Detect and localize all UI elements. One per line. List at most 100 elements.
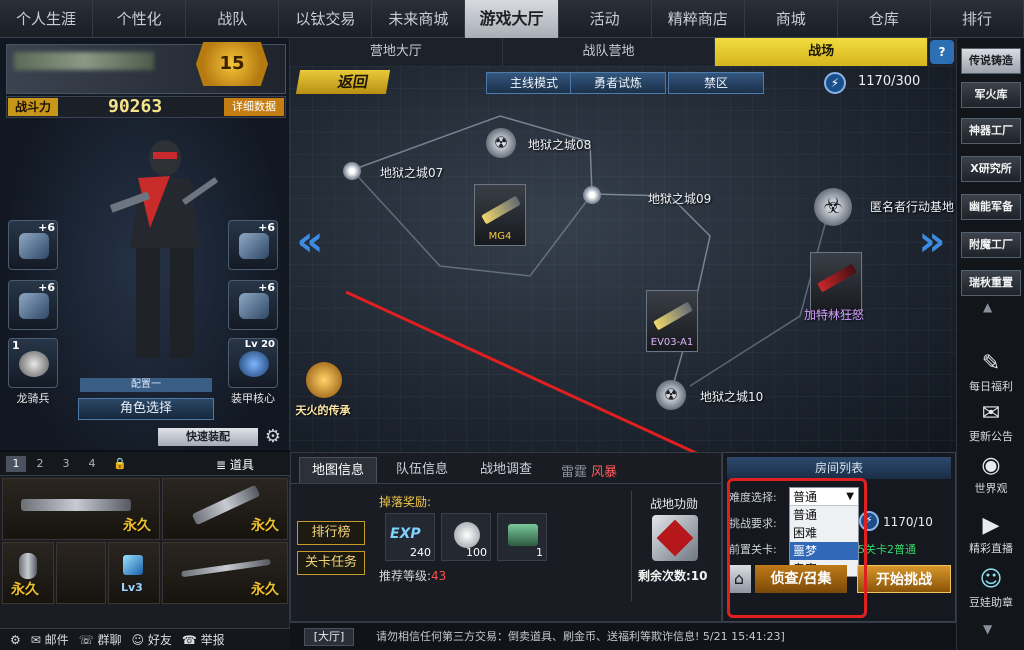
stage-task-button[interactable]: 关卡任务 [297,551,365,575]
detail-data-button[interactable]: 详细数据 [224,98,284,116]
inventory-slot-card[interactable]: Lv3 [108,542,160,604]
equip-slot-armor-core[interactable]: Lv 20 [228,338,278,388]
tab-team-camp[interactable]: 战队营地 [503,38,716,66]
equip-slot-bracer[interactable]: +6 [228,280,278,330]
back-button[interactable]: 返回 [295,70,391,94]
sidebar-expand-icon[interactable]: ▼ [983,622,992,636]
chat-channel[interactable]: [大厅] [304,628,354,646]
reward-crate: 1 [497,513,547,561]
tab-battlefield[interactable]: 战场 [715,38,929,66]
announce-icon: ✉ [981,401,1001,426]
legacy-icon [306,362,342,398]
top-nav: 个人生涯 个性化 战队 以钛交易 未来商城 游戏大厅 活动 精粹商店 商城 仓库… [0,0,1024,38]
equip-slot-armor[interactable]: +6 [8,220,58,270]
mode-brave-trial[interactable]: 勇者试炼 [570,72,666,94]
storm-toggle[interactable]: 雷霆 风暴 [561,461,617,480]
nav-future-mall[interactable]: 未来商城 [372,0,466,38]
nav-career[interactable]: 个人生涯 [0,0,94,38]
sidebar-legend-forge[interactable]: 传说铸造 [961,48,1021,74]
inventory-slot-grenade[interactable]: 永久 [2,542,54,604]
nav-trade[interactable]: 以钛交易 [279,0,373,38]
map-next-arrow-icon[interactable]: » [914,218,950,264]
start-challenge-button[interactable]: 开始挑战 [857,565,951,593]
props-label[interactable]: ≣ 道具 [216,456,254,473]
inventory-tab-4[interactable]: 4 [82,456,102,472]
leaderboard-button[interactable]: 排行榜 [297,521,365,545]
equip-slot-goggles[interactable]: +6 [228,220,278,270]
sidebar-arsenal[interactable]: 军火库 [961,82,1021,108]
sidebar-enchant-factory[interactable]: 附魔工厂 [961,232,1021,258]
soldier-figure [110,140,219,358]
inventory-tab-1[interactable]: 1 [6,456,26,472]
tab-camp-hall[interactable]: 营地大厅 [290,38,503,66]
worldview-button[interactable]: ◉ 世界观 [961,452,1021,502]
grenade-icon [19,553,37,579]
nav-team[interactable]: 战队 [186,0,280,38]
group-chat-button[interactable]: ☏ 群聊 [79,631,122,648]
inventory-slot-sword[interactable]: 永久 [162,542,288,604]
live-stream-button[interactable]: ▶ 精彩直播 [961,512,1021,562]
globe-icon: ◉ [981,453,1001,478]
sub-tabs: 营地大厅 战队营地 战场 ? [290,38,956,66]
map-node-08[interactable]: ☢ [486,128,516,158]
energy-cost: 1170/10 [883,515,933,529]
armor-core-label: 装甲核心 [231,392,275,405]
map-info-panel: 地图信息 队伍信息 战地调查 雷霆 风暴 排行榜 关卡任务 掉落奖励: EXP 2… [290,452,722,622]
map-node-10[interactable]: ☢ [656,380,686,410]
sidebar-x-lab[interactable]: X研究所 [961,156,1021,182]
sidebar-phantom-arms[interactable]: 幽能军备 [961,194,1021,220]
inventory-tab-3[interactable]: 3 [56,456,76,472]
mascot-icon: ☺ [979,567,1003,592]
nav-essence-shop[interactable]: 精粹商店 [652,0,745,38]
gear-icon[interactable]: ⚙ [262,426,284,448]
recommend-level: 推荐等级:43 [379,569,447,583]
equip-slot-gloves[interactable]: +6 [8,280,58,330]
nav-warehouse[interactable]: 仓库 [838,0,931,38]
quick-equip-button[interactable]: 快速装配 [158,428,258,446]
daily-welfare-button[interactable]: ✎ 每日福利 [961,350,1021,400]
weapon-card-ev03[interactable]: EV03-A1 [646,290,698,352]
tab-field-survey[interactable]: 战地调查 [467,457,545,483]
mode-forbidden-zone[interactable]: 禁区 [668,72,764,94]
weapon-card-mg4[interactable]: MG4 [474,184,526,246]
map-prev-arrow-icon[interactable]: « [292,218,328,264]
map-node-07[interactable] [343,162,361,180]
drop-label: 掉落奖励: [379,495,432,509]
gatling-icon [817,263,857,293]
sidebar-artifact-factory[interactable]: 神器工厂 [961,118,1021,144]
energy-value: 1170/300 [858,74,921,89]
nav-ranking[interactable]: 排行 [931,0,1024,38]
report-button[interactable]: ☎ 举报 [182,631,225,648]
inventory-slot-blades[interactable]: 永久 [162,478,288,540]
loadout-config[interactable]: 配置一 [80,378,212,392]
chat-icon: ☏ [78,633,98,647]
map-node-base-label: 匿名者行动基地 [870,200,955,214]
inventory-slot-rifle[interactable]: 永久 [2,478,160,540]
sidebar-rachel-reset[interactable]: 瑞秋重置 [961,270,1021,296]
tab-team-info[interactable]: 队伍信息 [383,457,461,483]
nav-personalize[interactable]: 个性化 [93,0,187,38]
sidebar-collapse-icon[interactable]: ▲ [983,300,992,314]
inventory-tab-2[interactable]: 2 [30,456,50,472]
mode-main-story[interactable]: 主线模式 [486,72,582,94]
tab-map-info[interactable]: 地图信息 [299,457,377,483]
mail-button[interactable]: ✉ 邮件 [31,631,69,648]
weapon-card-gatling[interactable] [810,252,862,314]
map-node-09[interactable] [583,186,601,204]
friends-button[interactable]: ☺ 好友 [132,631,172,648]
biohazard-icon[interactable]: ☣ [814,188,852,226]
settings-icon[interactable]: ⚙ [10,633,21,647]
role-select-button[interactable]: 角色选择 [78,398,214,420]
mail-icon: ✉ [30,633,45,647]
equip-slot-dragoon[interactable]: 1 [8,338,58,388]
inventory-slot-empty[interactable] [56,542,106,604]
legacy-emblem[interactable]: 天火的传承 [290,362,356,420]
nav-events[interactable]: 活动 [559,0,652,38]
nav-mall[interactable]: 商城 [745,0,838,38]
nav-game-hall[interactable]: 游戏大厅 [465,0,559,38]
help-icon[interactable]: ? [930,40,955,64]
update-notice-button[interactable]: ✉ 更新公告 [961,400,1021,450]
dragoon-icon [19,351,49,377]
divider [291,483,721,484]
mascot-button[interactable]: ☺ 豆娃助章 [961,566,1021,616]
